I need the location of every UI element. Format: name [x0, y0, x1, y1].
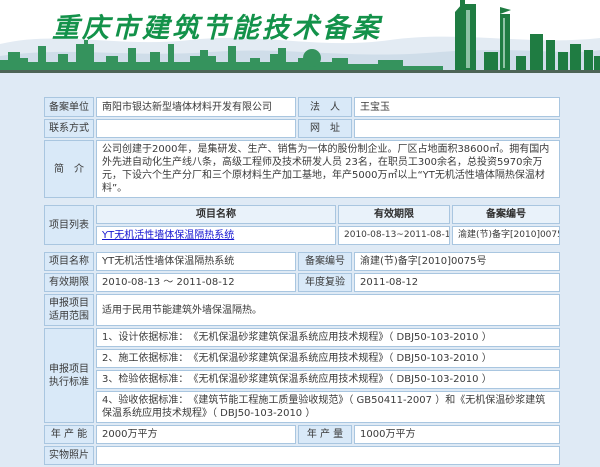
website-label: 网 址	[298, 119, 352, 138]
filing-number-cell: 渝建(节)备字[2010]0075号	[452, 226, 560, 245]
intro-value: 公司创建于2000年，是集研发、生产、销售为一体的股份制企业。厂区占地面积386…	[96, 140, 560, 198]
annual-capacity-value: 2000万平方	[96, 425, 296, 444]
standard-inspection: 3、检验依据标准： 《无机保温砂浆建筑保温系统应用技术规程》（ DBJ50-10…	[96, 370, 560, 389]
project-list-row: YT无机活性墙体保温隔热系统 2010-08-13~2011-08-12 渝建(…	[44, 226, 560, 245]
valid-period-label: 有效期限	[44, 273, 94, 292]
company-info-table: 备案单位 南阳市银达新型墙体材料开发有限公司 法 人 王宝玉 联系方式 网 址 …	[42, 95, 562, 200]
column-header-valid-period: 有效期限	[338, 205, 450, 224]
standard-design: 1、设计依据标准： 《无机保温砂浆建筑保温系统应用技术规程》（ DBJ50-10…	[96, 328, 560, 347]
contact-value	[96, 119, 296, 138]
project-detail-table: 项目名称 YT无机活性墙体保温隔热系统 备案编号 渝建(节)备字[2010]00…	[42, 250, 562, 467]
column-header-filing-number: 备案编号	[452, 205, 560, 224]
column-header-project-name: 项目名称	[96, 205, 336, 224]
project-name-link[interactable]: YT无机活性墙体保温隔热系统	[102, 230, 234, 241]
annual-review-value: 2011-08-12	[354, 273, 560, 292]
page-header-banner: 重庆市建筑节能技术备案	[0, 0, 600, 73]
page-title: 重庆市建筑节能技术备案	[52, 6, 382, 45]
annual-output-label: 年 产 量	[298, 425, 352, 444]
scope-value: 适用于民用节能建筑外墙保温隔热。	[96, 294, 560, 326]
filing-number-value: 渝建(节)备字[2010]0075号	[354, 252, 560, 271]
project-name-cell: YT无机活性墙体保温隔热系统	[96, 226, 336, 245]
filing-number-label: 备案编号	[298, 252, 352, 271]
photo-value	[96, 446, 560, 465]
project-name-label: 项目名称	[44, 252, 94, 271]
legal-person-label: 法 人	[298, 97, 352, 117]
standard-construction: 2、施工依据标准： 《无机保温砂浆建筑保温系统应用技术规程》（ DBJ50-10…	[96, 349, 560, 368]
intro-label: 简 介	[44, 140, 94, 198]
project-list-table: 项目列表 项目名称 有效期限 备案编号 YT无机活性墙体保温隔热系统 2010-…	[42, 203, 562, 247]
standards-label: 申报项目执行标准	[44, 328, 94, 423]
annual-output-value: 1000万平方	[354, 425, 560, 444]
filing-unit-value: 南阳市银达新型墙体材料开发有限公司	[96, 97, 296, 117]
filing-unit-label: 备案单位	[44, 97, 94, 117]
contact-label: 联系方式	[44, 119, 94, 138]
legal-person-value: 王宝玉	[354, 97, 560, 117]
standard-acceptance: 4、验收依据标准： 《建筑节能工程施工质量验收规范》（ GB50411-2007…	[96, 391, 560, 423]
scope-label: 申报项目适用范围	[44, 294, 94, 326]
website-value	[354, 119, 560, 138]
project-name-value: YT无机活性墙体保温隔热系统	[96, 252, 296, 271]
annual-capacity-label: 年 产 能	[44, 425, 94, 444]
project-list-label: 项目列表	[44, 205, 94, 245]
valid-period-cell: 2010-08-13~2011-08-12	[338, 226, 450, 245]
annual-review-label: 年度复验	[298, 273, 352, 292]
photo-label: 实物照片	[44, 446, 94, 465]
valid-period-value: 2010-08-13 ～ 2011-08-12	[96, 273, 296, 292]
